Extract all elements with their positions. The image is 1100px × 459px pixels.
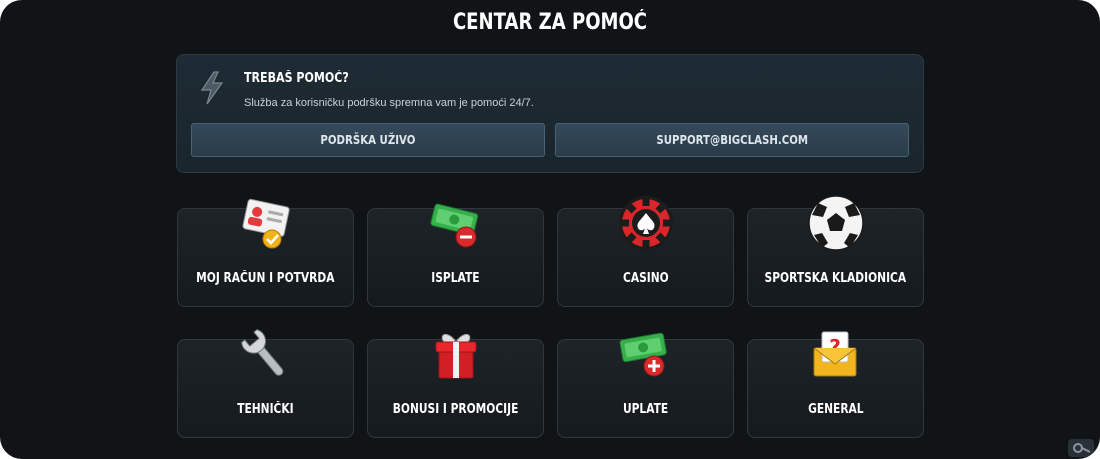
category-tile-general[interactable]: ? GENERAL	[747, 331, 924, 438]
category-tile-deposits[interactable]: UPLATE	[557, 332, 734, 438]
cash-minus-icon	[429, 203, 478, 248]
soccer-ball-icon	[807, 195, 864, 251]
gift-icon	[435, 334, 476, 379]
category-label: SPORTSKA KLADIONICA	[764, 271, 907, 286]
help-subtext: Služba za korisničku podršku spremna vam…	[244, 97, 534, 109]
lightning-icon	[200, 71, 224, 105]
category-tile-withdrawals[interactable]: ISPLATE	[367, 203, 544, 307]
email-support-label: SUPPORT@BIGCLASH.COM	[656, 133, 808, 147]
poker-chip-icon	[618, 196, 673, 250]
live-support-button[interactable]: PODRŠKA UŽIVO	[191, 123, 545, 157]
category-label: CASINO	[622, 271, 669, 286]
help-center-panel: CENTAR ZA POMOĆ TREBAŠ POMOĆ? Služba za …	[0, 0, 1100, 459]
category-tile-casino[interactable]: CASINO	[557, 196, 734, 307]
help-heading: TREBAŠ POMOĆ?	[244, 71, 349, 86]
category-label: TEHNIČKI	[237, 402, 294, 417]
category-label: GENERAL	[807, 402, 864, 417]
wrench-icon	[240, 329, 283, 376]
category-label: UPLATE	[622, 402, 669, 417]
page-title: CENTAR ZA POMOĆ	[452, 10, 648, 35]
need-help-card: TREBAŠ POMOĆ? Služba za korisničku podrš…	[176, 54, 924, 173]
category-tile-sports[interactable]: SPORTSKA KLADIONICA	[747, 195, 924, 307]
email-support-button[interactable]: SUPPORT@BIGCLASH.COM	[555, 123, 909, 157]
category-label: BONUSI I PROMOCIJE	[392, 402, 519, 417]
category-label: ISPLATE	[431, 271, 480, 286]
category-tile-technical[interactable]: TEHNIČKI	[177, 329, 354, 438]
cash-plus-icon	[619, 332, 667, 377]
category-tile-account[interactable]: MOJ RAČUN I POTVRDA	[177, 198, 354, 307]
id-card-check-icon	[241, 198, 290, 249]
envelope-question-icon: ?	[813, 331, 856, 377]
live-support-label: PODRŠKA UŽIVO	[320, 133, 416, 147]
key-icon[interactable]	[1068, 439, 1094, 457]
category-label: MOJ RAČUN I POTVRDA	[196, 271, 335, 286]
category-tile-bonuses[interactable]: BONUSI I PROMOCIJE	[367, 334, 544, 438]
